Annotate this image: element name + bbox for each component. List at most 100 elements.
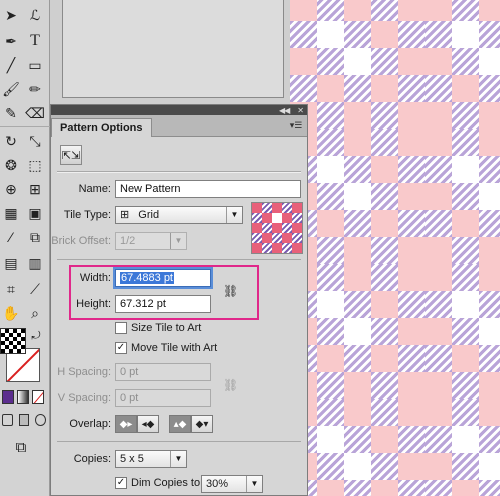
tile-type-select[interactable]: ⊞ Grid ▼ [115,206,243,224]
eraser-icon[interactable]: ⌫ [24,102,46,124]
pattern-stripe-tile [479,21,500,48]
pattern-stripe-tile [317,237,344,264]
none-mode-icon[interactable] [32,390,44,404]
size-tile-checkbox[interactable] [115,322,127,334]
fill-stroke-swatches[interactable]: ⤾ [0,328,46,384]
right-in-front-icon[interactable]: ◂◆ [137,415,159,433]
gradient-icon[interactable]: ▣ [24,202,46,224]
pattern-pink-tile [425,129,452,156]
pattern-pink-tile [317,345,344,372]
artboard-icon[interactable]: ⌗ [0,278,22,300]
bottom-in-front-icon[interactable]: ◆▾ [191,415,213,433]
dim-copies-select[interactable]: 30% ▼ [201,475,263,493]
blend-icon[interactable]: ⧉ [24,226,46,248]
pattern-stripe-tile [371,48,398,75]
pattern-stripe-tile [317,183,344,210]
paintbrush-icon[interactable]: 🖌 [0,78,22,100]
pattern-pink-tile [398,48,425,75]
name-field[interactable]: New Pattern [115,180,301,198]
draw-behind-icon[interactable] [18,414,30,426]
height-field[interactable]: 67.312 pt [115,295,211,313]
move-tile-checkbox[interactable]: ✓ [115,342,127,354]
color-mode-icon[interactable] [2,390,14,404]
type-icon[interactable]: T [24,30,46,52]
pattern-stripe-tile [398,21,425,48]
pattern-pink-tile [479,0,500,21]
selection-arrow-icon[interactable]: ➤ [0,4,22,26]
pattern-pink-tile [425,453,452,480]
pattern-pink-tile [479,264,500,291]
draw-inside-icon[interactable] [35,414,47,426]
free-transform-icon[interactable]: ⬚ [24,154,46,176]
pattern-pink-tile [344,102,371,129]
blob-brush-icon[interactable]: ✎ [0,102,22,124]
chevron-down-icon: ▼ [246,476,262,492]
pattern-pink-tile [479,129,500,156]
top-in-front-icon[interactable]: ▴◆ [169,415,191,433]
panel-title-bar[interactable]: ◀◀ ✕ [51,105,307,115]
pattern-pink-tile [317,75,344,102]
rotate-icon[interactable]: ↻ [0,130,22,152]
rectangle-icon[interactable]: ▭ [24,54,46,76]
line-icon[interactable]: ╱ [0,54,22,76]
dim-copies-checkbox[interactable]: ✓ [115,477,127,489]
slice-icon[interactable]: ⟋ [24,278,46,300]
gradient-mode-icon[interactable] [17,390,29,404]
scale-icon[interactable]: ⤡ [24,130,46,152]
pattern-stripe-tile [344,345,371,372]
pattern-stripe-tile [344,21,371,48]
panel-menu-icon[interactable]: ▾☰ [289,120,303,130]
v-spacing-field[interactable]: 0 pt [115,389,211,407]
pattern-stripe-tile [452,102,479,129]
pattern-stripe-tile [425,345,452,372]
pattern-pink-tile [479,372,500,399]
width-field[interactable]: 67.4883 pt [115,269,211,287]
pattern-pink-tile [398,318,425,345]
swap-fill-stroke-icon[interactable]: ⤾ [28,328,44,344]
pattern-pink-tile [425,0,452,21]
pattern-pink-tile [317,480,344,496]
perspective-icon[interactable]: ⊞ [24,178,46,200]
eyedropper-icon[interactable]: ⁄ [0,226,22,248]
left-in-front-icon[interactable]: ◆▸ [115,415,137,433]
symbol-sprayer-icon[interactable]: ▤ [0,252,22,274]
warp-icon[interactable]: ❂ [0,154,22,176]
screen-mode-icon[interactable]: ⧉ [8,436,34,458]
tile-type-label: Tile Type: [63,209,111,221]
mesh-icon[interactable]: ▦ [0,202,22,224]
pen-icon[interactable]: ✒ [0,30,22,52]
h-spacing-field[interactable]: 0 pt [115,363,211,381]
pattern-stripe-tile [425,210,452,237]
pencil-icon[interactable]: ✏ [24,78,46,100]
pattern-stripe-tile [344,75,371,102]
column-graph-icon[interactable]: ▥ [24,252,46,274]
pattern-stripe-tile [479,210,500,237]
pattern-pink-tile [398,102,425,129]
pattern-stripe-tile [371,372,398,399]
lasso-icon[interactable]: ℒ [24,4,46,26]
fill-swatch[interactable] [0,328,26,354]
shape-builder-icon[interactable]: ⊕ [0,178,22,200]
hand-icon[interactable]: ✋ [0,302,22,324]
pattern-stripe-tile [344,480,371,496]
pattern-tile-tool-button[interactable]: ⇱⇲ [60,145,82,165]
pattern-pink-tile [344,399,371,426]
pattern-canvas[interactable] [290,0,500,496]
pattern-stripe-tile [452,264,479,291]
pattern-stripe-tile [479,426,500,453]
link-spacing-icon[interactable]: ⛓ [223,377,238,393]
pattern-stripe-tile [371,102,398,129]
pattern-pink-tile [344,264,371,291]
draw-normal-icon[interactable] [2,414,13,426]
collapse-panel-icon[interactable]: ◀◀ [279,106,290,115]
pattern-stripe-tile [452,48,479,75]
copies-select[interactable]: 5 x 5 ▼ [115,450,187,468]
tab-pattern-options[interactable]: Pattern Options [51,118,152,137]
overlap-label: Overlap: [69,418,111,430]
brick-offset-select[interactable]: 1/2 ▼ [115,232,187,250]
close-panel-icon[interactable]: ✕ [297,106,304,115]
pattern-stripe-tile [371,183,398,210]
zoom-icon[interactable]: ⌕ [24,302,46,324]
link-proportions-icon[interactable]: ⛓ [223,283,238,299]
pattern-stripe-tile [452,453,479,480]
